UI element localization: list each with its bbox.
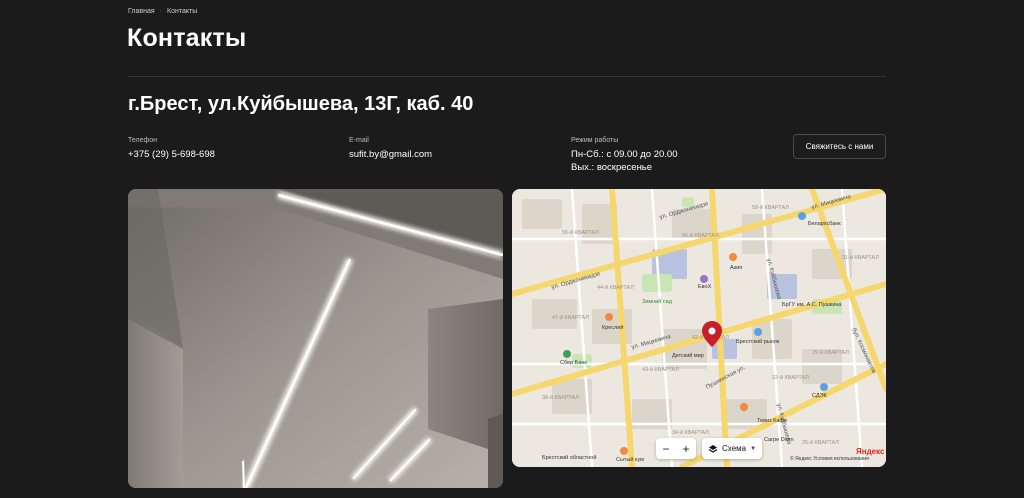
ceiling-photo [128,189,503,488]
map-poi-label: Детский мир [672,352,704,359]
phone-label: Телефон [128,137,158,144]
hours-weekend: Вых.: воскресенье [571,162,653,173]
map-block-label: 38-й КВАРТАЛ [542,394,579,401]
map-type-label: Схема [722,444,747,453]
map-canvas[interactable]: ул. Орджоникидзе ул. Орджоникидзе ул. Ми… [512,189,886,467]
location-map[interactable]: ул. Орджоникидзе ул. Орджоникидзе ул. Ми… [512,189,886,467]
map-block-label: 29-й КВАРТАЛ [812,349,849,356]
map-poi-label: Креслий [602,324,623,331]
divider [128,76,886,77]
layers-icon [708,444,718,453]
map-attribution[interactable]: © Яндекс Условия использования [790,456,869,462]
ceiling-photo-image [128,189,503,488]
email-link[interactable]: sufit.by@gmail.com [349,148,432,161]
chevron-down-icon: ▼ [750,445,757,452]
map-block-label: 47-й КВАРТАЛ [552,314,589,321]
contact-us-button[interactable]: Свяжитесь с нами [793,134,886,159]
email-block: E-mail sufit.by@gmail.com [349,137,432,161]
breadcrumb-home-link[interactable]: Главная [128,8,155,15]
phone-block: Телефон +375 (29) 5-698-698 [128,137,215,161]
map-poi-label: ЕвоХ [698,284,712,290]
map-block-label: 31-й КВАРТАЛ [842,254,879,261]
map-block-label: 25-й КВАРТАЛ [802,439,839,446]
zoom-out-button[interactable]: − [662,442,669,456]
map-poi-label: Сытый кум [616,456,644,463]
map-poi-label: БрГУ им. А.С. Пушкина [782,302,842,308]
map-block-label: 44-й КВАРТАЛ [597,284,634,291]
map-poi-label: Белархсбанк [808,221,841,227]
zoom-control: − + [656,438,696,459]
breadcrumb-current: Контакты [167,8,198,15]
map-poi-label: Тевиз Кафе [757,418,787,424]
map-block-label: 55-й КВАРТАЛ [562,229,599,236]
map-controls: − + Схема ▼ [656,438,763,459]
breadcrumb: Главная · Контакты [128,8,197,15]
map-block-label: 56-й КВАРТАЛ [682,232,719,239]
map-poi-label: СДЭК [812,393,828,399]
map-poi-label: Сбер Банк [560,360,587,366]
yandex-logo[interactable]: Яндекс [856,447,884,456]
page-title: Контакты [127,24,247,52]
map-type-button[interactable]: Схема ▼ [702,438,763,459]
map-block-label: 43-й КВАРТАЛ [642,366,679,373]
hours-block: Режим работы Пн-Сб.: с 09.00 до 20.00 Вы… [571,137,678,174]
map-block-label: 32-й КВАРТАЛ [772,374,809,381]
phone-link[interactable]: +375 (29) 5-698-698 [128,148,215,161]
map-poi-label: Сагре Diem [764,437,794,443]
map-poi-label: Брестский областной [542,454,596,461]
map-block-label: 34-й КВАРТАЛ [672,429,709,436]
email-label: E-mail [349,137,369,144]
map-poi-label: Азия [730,265,742,271]
map-block-label: 58-й КВАРТАЛ [752,204,789,211]
hours-label: Режим работы [571,137,619,144]
address-heading: г.Брест, ул.Куйбышева, 13Г, каб. 40 [128,93,474,115]
breadcrumb-separator: · [159,8,162,15]
map-poi-label: Зимний сад [642,298,673,305]
hours-weekdays: Пн-Сб.: с 09.00 до 20.00 [571,149,678,160]
zoom-in-button[interactable]: + [682,442,689,456]
map-poi-label: Брестский рынок [736,338,780,345]
